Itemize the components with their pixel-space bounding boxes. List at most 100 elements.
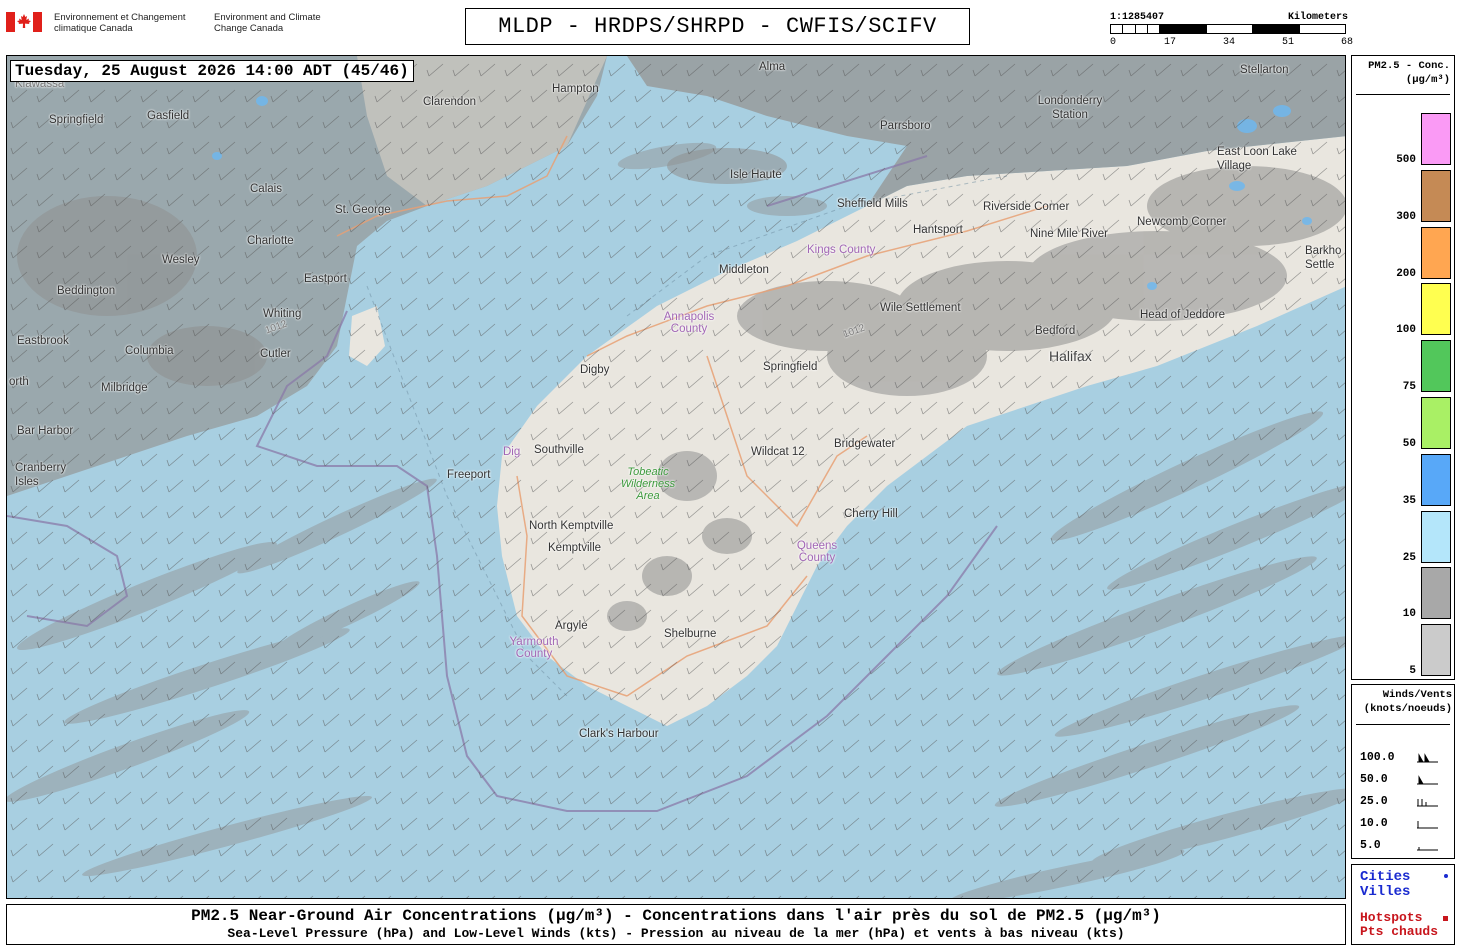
agency-name-en: Environment and Climate Change Canada	[214, 12, 321, 34]
place-label: Parrsboro	[880, 120, 931, 132]
place-label: Newcomb Corner	[1137, 216, 1227, 228]
pm25-swatch-label: 35	[1402, 494, 1416, 507]
scale-bar-graphic	[1110, 24, 1346, 34]
pm25-swatch	[1421, 624, 1451, 677]
wind-legend-row: 50.0	[1360, 773, 1450, 787]
gc-signature: Environnement et Changement climatique C…	[6, 12, 336, 38]
cities-legend-label: Cities Villes	[1360, 870, 1410, 900]
agency-name-fr: Environnement et Changement climatique C…	[54, 12, 186, 34]
map-title: MLDP - HRDPS/SHRPD - CWFIS/SCIFV	[465, 8, 970, 45]
place-label: orth	[9, 376, 29, 388]
wind-legend-row: 10.0	[1360, 817, 1450, 831]
scale-tick: 17	[1164, 37, 1177, 48]
wind-barb-10-icon	[1417, 821, 1438, 829]
place-label: Riverside Corner	[983, 201, 1070, 213]
place-label: Isle Haute	[730, 169, 782, 181]
symbols-legend: Cities Villes Hotspots Pts chauds	[1351, 864, 1455, 945]
pm25-swatch-label: 50	[1402, 438, 1416, 450]
scale-tick: 0	[1110, 37, 1117, 48]
wind-legend-title: Winds/Vents (knots/noeuds)	[1354, 688, 1452, 716]
wind-barb-25-icon	[1417, 799, 1438, 807]
place-label: St. George	[335, 204, 391, 216]
map-canvas[interactable]: Tuesday, 25 August 2026 14:00 ADT (45/46…	[6, 55, 1346, 899]
place-label: Queens County	[796, 540, 838, 564]
wind-legend-title-line1: Winds/Vents	[1382, 689, 1452, 701]
place-label: Hampton	[552, 83, 599, 95]
pm25-swatch	[1421, 567, 1451, 620]
map-caption: PM2.5 Near-Ground Air Concentrations (μg…	[6, 904, 1346, 945]
place-label: East Loon Lake Village	[1217, 146, 1297, 172]
wind-legend-row: 100.0	[1360, 751, 1450, 765]
pm25-swatch-label: 100	[1396, 324, 1416, 337]
pm25-swatch	[1421, 113, 1451, 165]
pm25-swatch-label: 5	[1409, 665, 1416, 678]
place-label: Clark's Harbour	[579, 728, 659, 740]
pm25-swatch	[1421, 397, 1451, 449]
scale-unit: Kilometers	[1287, 12, 1348, 23]
wind-speed-label: 10.0	[1360, 817, 1388, 830]
scale-ratio: 1:1285407	[1110, 12, 1165, 23]
wind-legend-row: 5.0	[1360, 839, 1450, 853]
wind-barb-50-icon	[1417, 775, 1438, 785]
pm25-swatch-label: 75	[1402, 381, 1416, 394]
scale-tick: 34	[1223, 37, 1236, 48]
wind-speed-label: 5.0	[1360, 839, 1381, 852]
place-label: Head of Jeddore	[1140, 309, 1226, 321]
wind-barb-5-icon	[1417, 847, 1438, 851]
pm25-swatch	[1421, 510, 1451, 563]
place-label: Cherry Hill	[844, 508, 898, 520]
place-label: Kemptville	[548, 542, 602, 554]
place-label: Nine Mile River	[1030, 228, 1108, 240]
city-dot-icon	[1444, 874, 1448, 878]
place-label: Shelburne	[664, 628, 717, 640]
wind-legend-row: 25.0	[1360, 795, 1450, 809]
place-label: Milbridge	[101, 382, 148, 394]
place-label: Clarendon	[423, 96, 477, 108]
pm25-swatch-label: 500	[1396, 154, 1416, 166]
wind-speed-label: 50.0	[1360, 773, 1388, 786]
place-label: Wildcat 12	[751, 446, 805, 458]
place-label: Stellarton	[1240, 64, 1289, 76]
pm25-swatch-label: 25	[1402, 551, 1416, 564]
pm25-swatch	[1421, 169, 1451, 222]
place-label: Hantsport	[913, 224, 963, 236]
scale-tick: 51	[1282, 37, 1295, 48]
place-label: Eastport	[304, 273, 347, 285]
place-label: Calais	[250, 183, 282, 195]
pm25-swatch	[1421, 226, 1451, 279]
place-label: North Kemptville	[529, 520, 614, 532]
place-label: Middleton	[719, 264, 769, 276]
place-label: Dig	[503, 446, 521, 458]
pm25-swatch-label: 300	[1396, 210, 1416, 223]
place-label: Digby	[580, 364, 610, 376]
place-label: Kings County	[807, 244, 876, 256]
cities-label-fr: Villes	[1360, 884, 1411, 900]
wind-legend: Winds/Vents (knots/noeuds) 100.0 50.0 25…	[1351, 684, 1455, 859]
place-label: Alma	[759, 61, 786, 73]
place-label: Londonderry Station	[1037, 95, 1103, 121]
pm25-swatch-label: 200	[1396, 267, 1416, 280]
pm25-swatch	[1421, 283, 1451, 336]
scale-bar: 1:1285407 Kilometers 0 17 34 51 68	[1110, 10, 1353, 50]
caption-line-2: Sea-Level Pressure (hPa) and Low-Level W…	[227, 926, 1125, 941]
wind-legend-title-line2: (knots/noeuds)	[1363, 703, 1452, 715]
place-label: Gasfield	[147, 110, 190, 122]
place-label: Beddington	[57, 285, 116, 297]
place-label: Bedford	[1035, 325, 1076, 337]
place-label: Annapolis County	[663, 311, 715, 335]
pm25-swatch	[1421, 453, 1451, 506]
canada-flag-icon	[6, 12, 42, 32]
place-label: Sheffield Mills	[837, 198, 908, 210]
pm25-legend-title-line2: (μg/m³)	[1405, 74, 1450, 86]
hotspot-square-icon	[1443, 916, 1448, 921]
place-label: Argyle	[555, 620, 588, 632]
place-label: Freeport	[447, 469, 491, 481]
place-label: Barkho Settle	[1305, 245, 1342, 271]
hotspots-legend-label: Hotspots Pts chauds	[1360, 911, 1438, 939]
place-label: Columbia	[125, 345, 174, 357]
pm25-swatch	[1421, 340, 1451, 393]
wind-barb-100-icon	[1417, 753, 1438, 763]
place-label: Springfield	[763, 361, 818, 373]
place-label: Springfield	[49, 114, 104, 126]
caption-line-1: PM2.5 Near-Ground Air Concentrations (μg…	[191, 907, 1161, 925]
